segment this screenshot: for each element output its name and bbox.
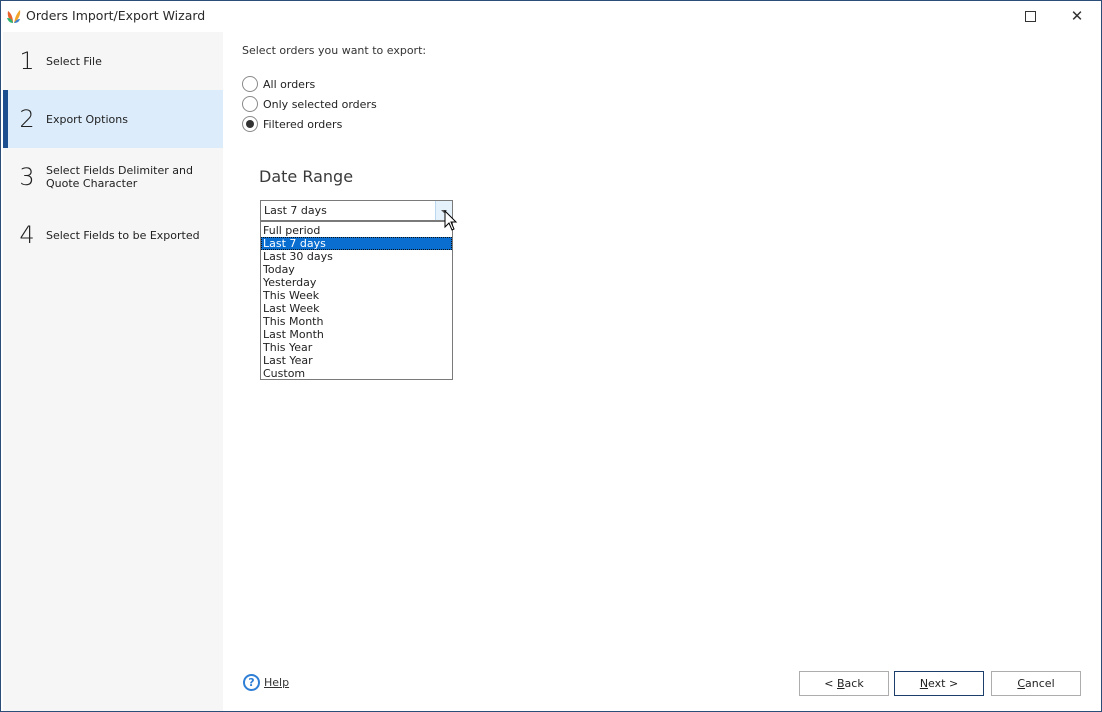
dropdown-option[interactable]: Last 30 days bbox=[261, 250, 452, 263]
date-range-dropdown-list: Full period Last 7 days Last 30 days Tod… bbox=[260, 221, 453, 380]
cancel-button[interactable]: Cancel bbox=[991, 671, 1081, 696]
maximize-icon bbox=[1024, 10, 1036, 22]
help-label: Help bbox=[264, 676, 290, 689]
radio-button[interactable] bbox=[242, 96, 258, 112]
step-label: Select Fields to be Exported bbox=[46, 228, 200, 242]
back-rest: ack bbox=[844, 677, 864, 690]
dropdown-option[interactable]: This Week bbox=[261, 289, 452, 302]
cancel-mnemonic: C bbox=[1017, 677, 1026, 690]
close-icon: ✕ bbox=[1070, 7, 1084, 25]
step-export-options[interactable]: 2 Export Options bbox=[3, 90, 223, 148]
wizard-steps-sidebar: 1 Select File 2 Export Options 3 Select … bbox=[3, 32, 223, 711]
export-prompt: Select orders you want to export: bbox=[242, 44, 427, 57]
step-number: 2 bbox=[19, 105, 35, 133]
dropdown-option[interactable]: This Year bbox=[261, 341, 452, 354]
next-rest: ext > bbox=[928, 677, 959, 690]
close-button[interactable]: ✕ bbox=[1054, 1, 1100, 31]
dropdown-option[interactable]: Full period bbox=[261, 224, 452, 237]
step-label: Select Fields Delimiter and Quote Charac… bbox=[46, 164, 193, 190]
step-number: 4 bbox=[19, 221, 35, 249]
radio-label: Filtered orders bbox=[263, 117, 343, 131]
step-select-file[interactable]: 1 Select File bbox=[3, 32, 223, 90]
app-logo-icon bbox=[7, 10, 21, 23]
help-link[interactable]: ? Help bbox=[243, 674, 289, 691]
radio-filtered-orders[interactable]: Filtered orders bbox=[242, 116, 342, 132]
radio-label: All orders bbox=[263, 77, 316, 91]
dropdown-option[interactable]: Custom bbox=[261, 367, 452, 380]
dropdown-option[interactable]: Last Week bbox=[261, 302, 452, 315]
step-label: Select File bbox=[46, 54, 102, 68]
export-options-panel: Select orders you want to export: All or… bbox=[223, 32, 1101, 711]
step-number: 1 bbox=[19, 47, 35, 75]
window-title: Orders Import/Export Wizard bbox=[26, 8, 206, 23]
radio-button[interactable] bbox=[242, 76, 258, 92]
radio-button[interactable] bbox=[242, 116, 258, 132]
dropdown-option[interactable]: This Month bbox=[261, 315, 452, 328]
radio-only-selected-orders[interactable]: Only selected orders bbox=[242, 96, 377, 112]
date-range-select[interactable]: Last 7 days bbox=[260, 200, 453, 221]
title-bar[interactable]: Orders Import/Export Wizard ✕ bbox=[1, 1, 1101, 31]
step-select-fields[interactable]: 4 Select Fields to be Exported bbox=[3, 206, 223, 264]
help-circle-icon: ? bbox=[243, 674, 260, 691]
step-label: Export Options bbox=[46, 112, 128, 126]
next-button[interactable]: Next > bbox=[894, 671, 984, 696]
maximize-button[interactable] bbox=[1007, 1, 1053, 31]
date-range-value: Last 7 days bbox=[264, 204, 327, 217]
dropdown-option[interactable]: Last Year bbox=[261, 354, 452, 367]
dropdown-option-selected[interactable]: Last 7 days bbox=[261, 237, 452, 250]
date-range-title: Date Range bbox=[259, 167, 354, 186]
chevron-down-icon bbox=[441, 210, 447, 213]
dropdown-option[interactable]: Last Month bbox=[261, 328, 452, 341]
step-number: 3 bbox=[19, 163, 35, 191]
radio-label: Only selected orders bbox=[263, 97, 377, 111]
step-select-delimiter[interactable]: 3 Select Fields Delimiter and Quote Char… bbox=[3, 148, 223, 206]
next-mnemonic: N bbox=[919, 677, 929, 690]
back-button[interactable]: < Back bbox=[799, 671, 889, 696]
dropdown-option[interactable]: Today bbox=[261, 263, 452, 276]
back-mnemonic: B bbox=[837, 677, 845, 690]
cancel-rest: ancel bbox=[1025, 677, 1055, 690]
radio-all-orders[interactable]: All orders bbox=[242, 76, 315, 92]
back-prefix: < bbox=[824, 677, 837, 690]
dropdown-option[interactable]: Yesterday bbox=[261, 276, 452, 289]
wizard-window: Orders Import/Export Wizard ✕ 1 Select F… bbox=[0, 0, 1102, 712]
dropdown-button[interactable] bbox=[435, 201, 452, 220]
